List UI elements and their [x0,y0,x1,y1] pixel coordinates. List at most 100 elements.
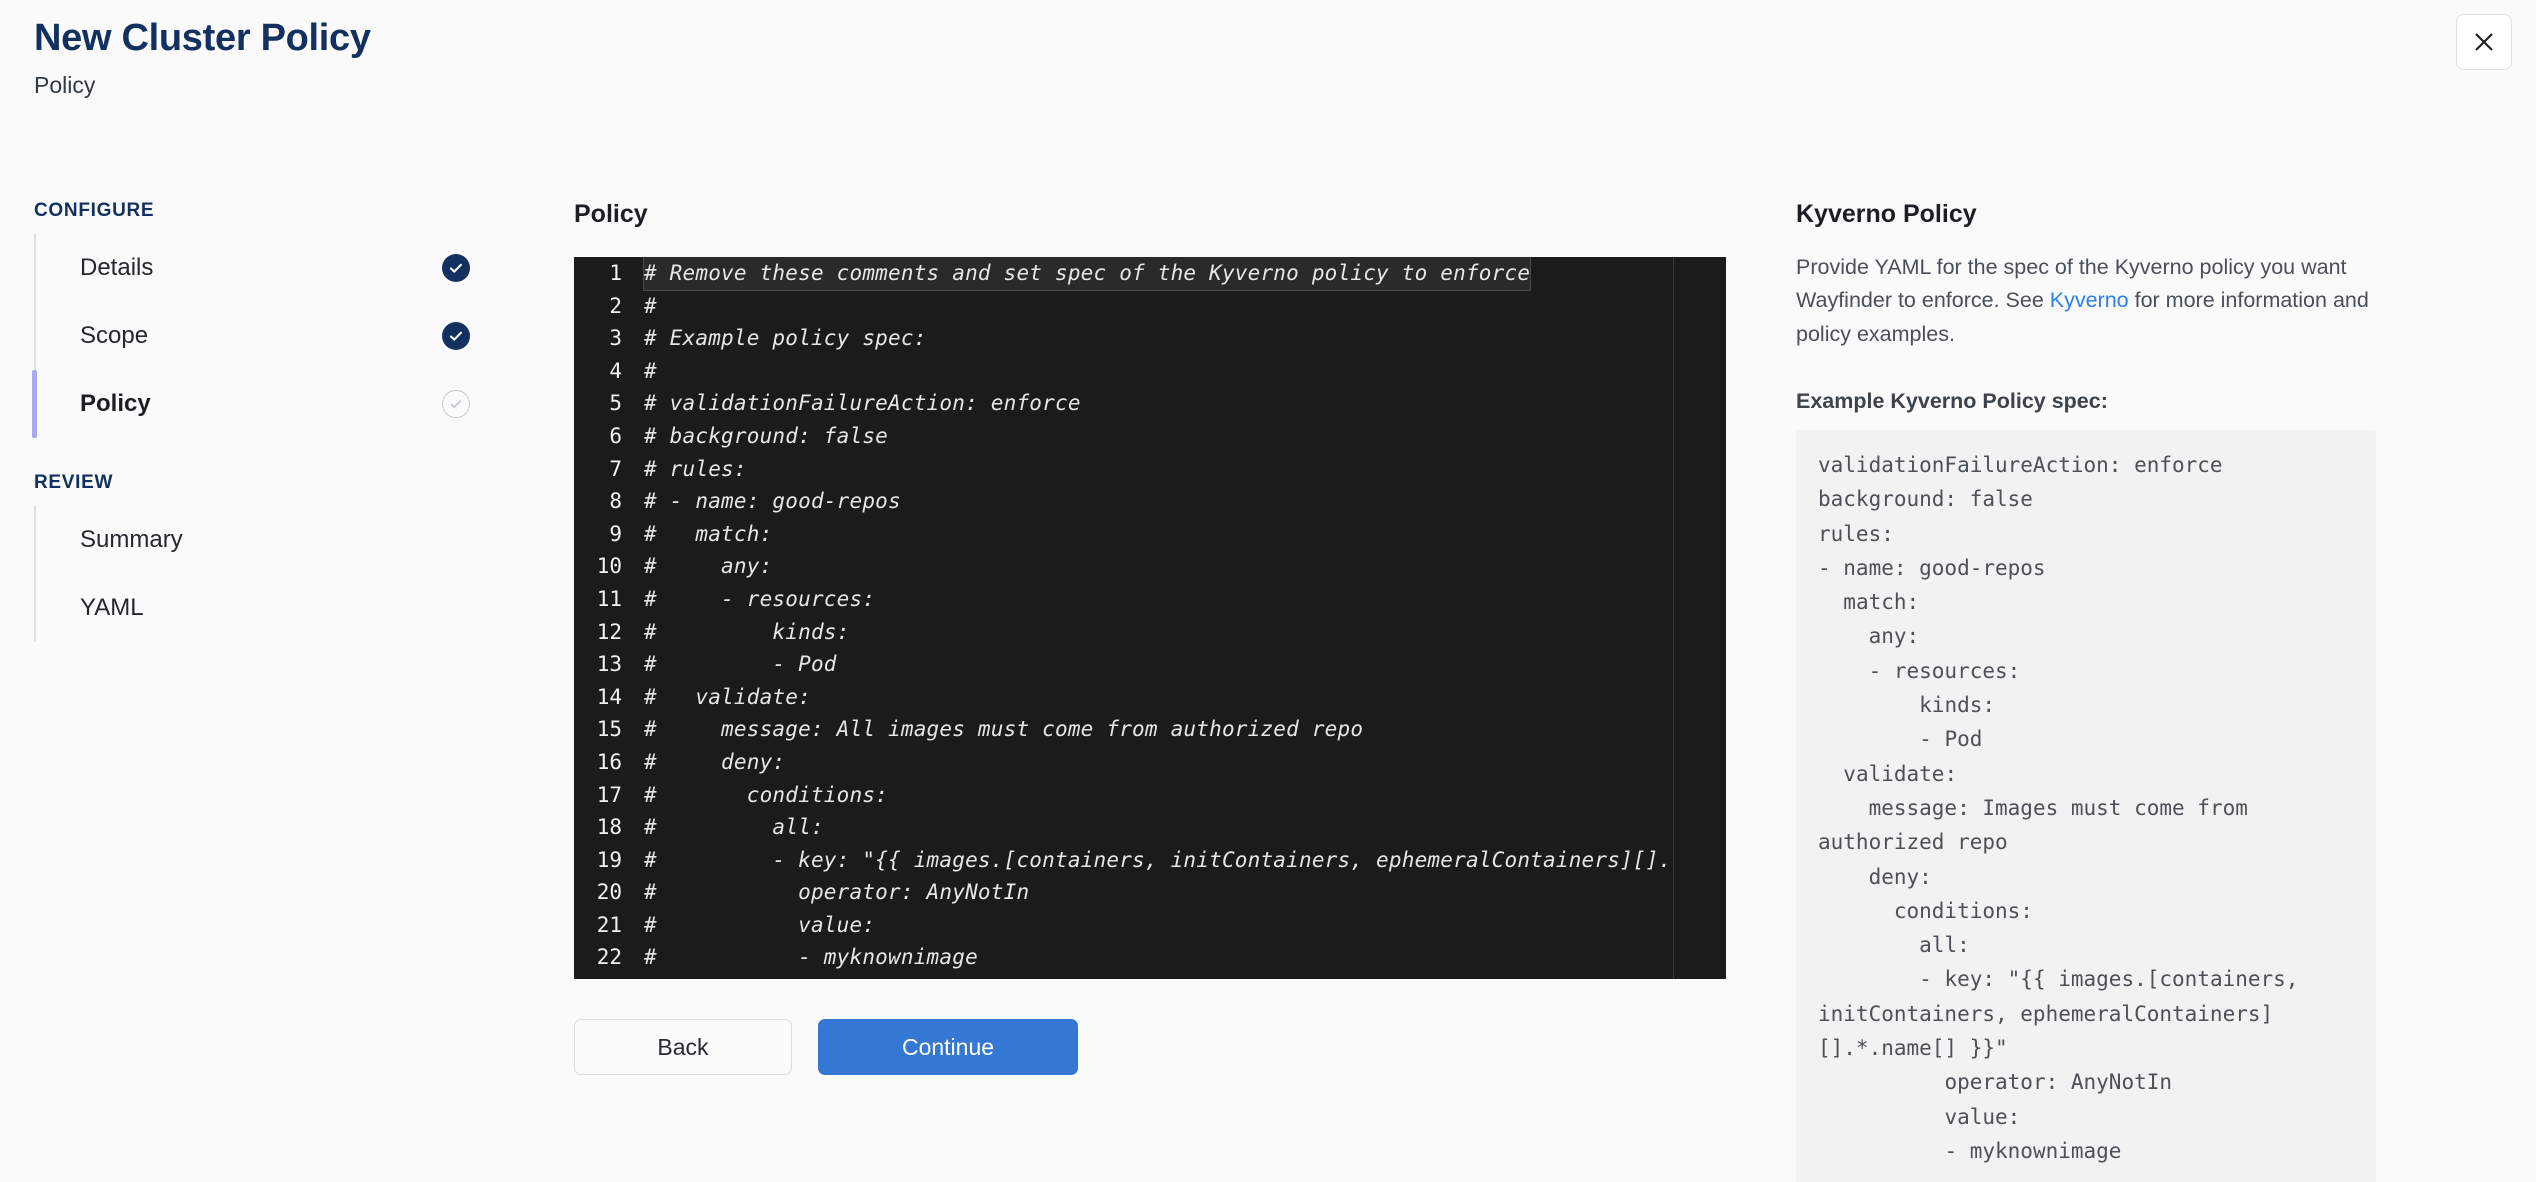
line-number: 11 [596,586,622,611]
sidebar-item-scope[interactable]: Scope [36,302,514,370]
line-content: # [644,358,657,383]
kyverno-link[interactable]: Kyverno [2050,288,2129,312]
editor-ruler [1673,257,1674,979]
line-content: # - myknownimage [644,945,978,970]
line-number: 15 [596,717,622,742]
code-line[interactable]: 17 # conditions: [574,779,1726,812]
line-number: 5 [609,391,622,416]
wizard-sidebar: CONFIGURE Details Scope Policy REVIEW Su… [32,200,514,670]
sidebar-group-review: Summary YAML [34,506,514,642]
line-content: # value: [644,912,876,937]
line-number: 6 [609,423,622,448]
check-circle-filled-icon [442,254,470,282]
code-line[interactable]: 7 # rules: [574,453,1726,486]
sidebar-item-label: YAML [80,594,144,621]
example-spec-code: validationFailureAction: enforce backgro… [1796,429,2376,1182]
line-number: 7 [609,456,622,481]
code-line[interactable]: 3 # Example policy spec: [574,322,1726,355]
line-number: 10 [596,554,622,579]
line-content: # any: [644,554,773,579]
check-circle-outline-icon [442,390,470,418]
line-number: 13 [596,652,622,677]
line-number: 9 [609,521,622,546]
page-subtitle: Policy [34,71,96,98]
page-header: New Cluster Policy Policy [34,17,371,99]
code-line[interactable]: 10 # any: [574,550,1726,583]
line-content: # - Pod [644,652,837,677]
line-number: 2 [609,293,622,318]
line-number: 17 [596,782,622,807]
line-content: # - resources: [644,586,876,611]
line-content: # deny: [644,749,786,774]
line-number: 20 [596,880,622,905]
close-icon [2475,33,2493,51]
code-line[interactable]: 19 # - key: "{{ images.[containers, initC… [574,844,1726,877]
line-number: 1 [609,261,622,285]
sidebar-item-label: Policy [80,390,151,417]
line-content: # conditions: [644,782,889,807]
sidebar-section-configure-title: CONFIGURE [34,200,155,221]
line-content: # [644,293,657,318]
code-line[interactable]: 14 # validate: [574,681,1726,714]
line-content: # - key: "{{ images.[containers, initCon… [644,847,1672,872]
code-line[interactable]: 9 # match: [574,518,1726,551]
code-line[interactable]: 18 # all: [574,811,1726,844]
code-line[interactable]: 11 # - resources: [574,583,1726,616]
sidebar-item-label: Scope [80,322,149,349]
line-content: # match: [644,521,773,546]
code-line[interactable]: 13 # - Pod [574,648,1726,681]
line-number: 21 [596,912,622,937]
policy-section-label: Policy [574,200,648,228]
code-line[interactable]: 15 # message: All images must come from a… [574,713,1726,746]
code-line[interactable]: 12 # kinds: [574,616,1726,649]
line-content: # operator: AnyNotIn [644,880,1030,905]
line-content: # validate: [644,684,811,709]
sidebar-item-yaml[interactable]: YAML [36,574,514,642]
code-line[interactable]: 1 # Remove these comments and set spec of… [574,257,1726,291]
line-content: # all: [644,815,824,840]
code-line[interactable]: 2 # [574,290,1726,323]
line-content: # background: false [644,423,889,448]
line-content: # validationFailureAction: enforce [644,391,1081,416]
code-line[interactable]: 5 # validationFailureAction: enforce [574,387,1726,420]
code-line[interactable]: 6 # background: false [574,420,1726,453]
sidebar-item-summary[interactable]: Summary [36,506,514,574]
check-circle-filled-icon [442,322,470,350]
line-number: 4 [609,358,622,383]
line-content: # Remove these comments and set spec of … [642,257,1532,291]
wizard-button-row: Back Continue [574,1019,1726,1075]
sidebar-item-details[interactable]: Details [36,234,514,302]
line-number: 19 [596,847,622,872]
line-number: 22 [596,945,622,970]
example-spec-label: Example Kyverno Policy spec: [1796,388,2108,413]
page-title: New Cluster Policy [34,17,371,59]
code-line[interactable]: 22 # - myknownimage [574,941,1726,974]
line-content: # kinds: [644,619,850,644]
help-panel: Kyverno Policy Provide YAML for the spec… [1796,200,2376,1182]
sidebar-item-policy[interactable]: Policy [32,370,514,438]
code-line[interactable]: 4 # [574,355,1726,388]
close-button[interactable] [2456,14,2512,70]
line-number: 18 [596,815,622,840]
sidebar-group-configure: Details Scope Policy [32,234,514,438]
line-number: 8 [609,489,622,514]
back-button[interactable]: Back [574,1019,792,1075]
sidebar-item-label: Summary [80,526,183,553]
sidebar-section-review-title: REVIEW [34,472,114,493]
continue-button[interactable]: Continue [818,1019,1078,1075]
policy-wizard-page: New Cluster Policy Policy CONFIGURE Deta… [0,0,2536,1182]
line-content: # rules: [644,456,747,481]
help-panel-title: Kyverno Policy [1796,200,1977,228]
code-line[interactable]: 8 # - name: good-repos [574,485,1726,518]
code-line[interactable]: 16 # deny: [574,746,1726,779]
line-content: # Example policy spec: [644,326,927,351]
sidebar-item-label: Details [80,254,154,281]
code-line[interactable]: 20 # operator: AnyNotIn [574,876,1726,909]
line-number: 12 [596,619,622,644]
policy-code-editor[interactable]: 1 # Remove these comments and set spec of… [574,257,1726,979]
line-number: 16 [596,749,622,774]
line-content: # message: All images must come from aut… [644,717,1364,742]
line-content: # - name: good-repos [644,489,901,514]
code-line[interactable]: 21 # value: [574,909,1726,942]
policy-editor-section: Policy 1 # Remove these comments and set … [574,200,1726,1075]
